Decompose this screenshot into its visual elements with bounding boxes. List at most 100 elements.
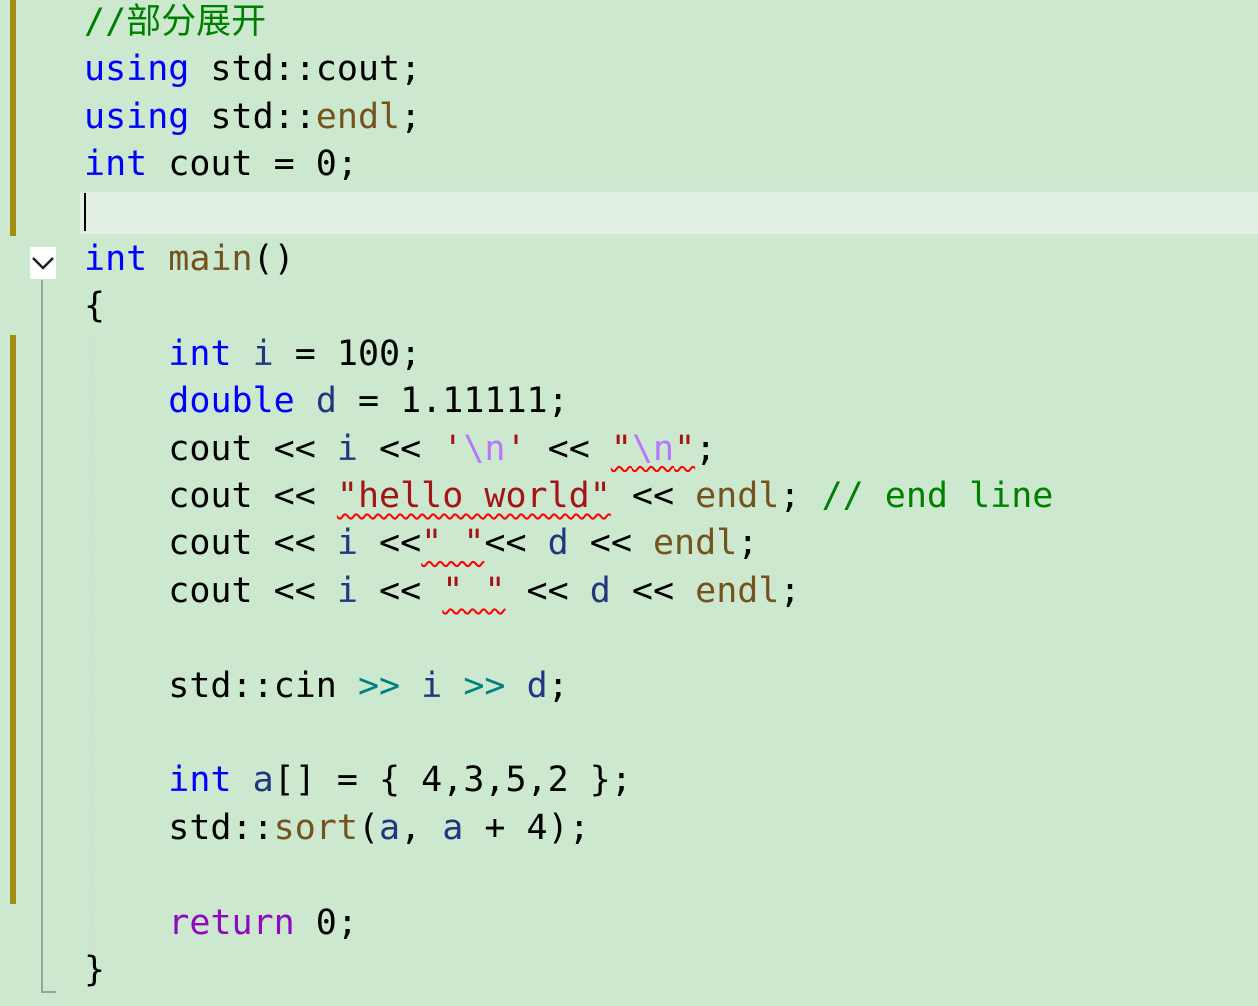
code-token: 0;	[294, 902, 358, 943]
code-token: cout <<	[84, 523, 337, 564]
code-line[interactable]: return 0;	[84, 900, 358, 947]
code-token: ;	[737, 523, 759, 564]
code-token: i	[336, 523, 358, 564]
code-token: " "	[442, 570, 506, 611]
code-token: " "	[421, 523, 485, 564]
code-token: ;	[779, 476, 822, 516]
code-token: i	[336, 570, 358, 611]
code-token: int	[84, 144, 148, 185]
code-token: ;	[695, 428, 717, 469]
code-token: endl	[315, 96, 401, 137]
code-editor[interactable]: //部分展开 using std::cout; using std::endl; in…	[0, 0, 1258, 1006]
code-token: <<	[357, 570, 443, 611]
code-token: + 4);	[463, 807, 590, 848]
code-token: endl	[652, 523, 738, 564]
code-token: >>	[463, 665, 506, 706]
code-token: int	[168, 760, 232, 801]
code-token: main	[168, 239, 253, 279]
code-token: "	[610, 428, 632, 469]
code-token: a	[252, 760, 274, 801]
code-token: double	[168, 381, 295, 422]
code-token: cout = 0;	[147, 144, 358, 185]
code-token: d	[526, 665, 548, 706]
code-token: <<	[610, 570, 696, 611]
code-line[interactable]: using std::endl;	[84, 94, 421, 141]
code-line[interactable]: int main()	[84, 236, 295, 283]
code-token: endl	[695, 476, 780, 516]
text-caret	[84, 193, 86, 231]
code-token: = 100;	[273, 333, 422, 374]
code-token: i	[421, 665, 443, 706]
fold-region-end	[41, 991, 56, 993]
code-line[interactable]: int i = 100;	[84, 331, 421, 378]
code-token: sort	[273, 807, 358, 848]
code-token: using	[84, 49, 190, 90]
code-token: using	[84, 96, 190, 137]
code-token: std::	[84, 807, 274, 848]
code-line[interactable]: std::sort(a, a + 4);	[84, 805, 590, 852]
code-line[interactable]: }	[84, 947, 105, 994]
code-line[interactable]: cout << i << " " << d << endl;	[84, 568, 801, 615]
code-token: cout <<	[84, 428, 337, 469]
code-token: "hello world"	[336, 476, 611, 516]
code-token: d	[315, 381, 337, 422]
code-token: return	[168, 902, 295, 943]
code-line[interactable]: cout << i <<" "<< d << endl;	[84, 520, 758, 567]
code-token: a	[379, 807, 401, 848]
code-token: <<	[568, 523, 653, 564]
change-marker	[10, 0, 16, 236]
code-line[interactable]: cout << i << '\n' << "\n";	[84, 426, 716, 473]
code-token: {	[84, 286, 106, 327]
code-token: d	[547, 523, 569, 564]
code-token: d	[589, 570, 611, 611]
code-token: <<	[484, 523, 548, 564]
code-line[interactable]: int a[] = { 4,3,5,2 };	[84, 757, 632, 804]
chevron-down-icon	[32, 257, 54, 270]
code-line[interactable]: //部分展开	[84, 0, 266, 46]
code-line[interactable]: int cout = 0;	[84, 141, 358, 188]
current-line-highlight	[80, 190, 1258, 236]
code-token: ()	[252, 239, 295, 279]
code-line[interactable]: {	[84, 283, 105, 330]
code-token: ,	[400, 807, 443, 848]
code-token: }	[84, 950, 106, 990]
code-token: ;	[400, 96, 422, 137]
code-line[interactable]: cout << "hello world" << endl; // end li…	[84, 473, 1053, 520]
code-token: ;	[779, 570, 801, 611]
code-token: <<	[610, 476, 696, 516]
code-token: endl	[695, 570, 780, 611]
code-token: a	[442, 807, 464, 848]
code-token: i	[252, 333, 274, 374]
code-token: //部分展开	[84, 2, 267, 42]
code-token: cout <<	[84, 476, 337, 516]
code-token: '	[442, 428, 464, 469]
code-line[interactable]: std::cin >> i >> d;	[84, 663, 569, 710]
code-token: (	[357, 807, 380, 848]
code-token: std::cin	[84, 665, 358, 706]
code-token: int	[84, 239, 148, 279]
code-token: "	[674, 428, 696, 469]
code-token: \n	[463, 428, 506, 469]
fold-toggle[interactable]	[30, 247, 56, 279]
code-token: = 1.11111;	[336, 381, 569, 422]
code-line[interactable]: double d = 1.11111;	[84, 378, 569, 425]
code-token: std::	[189, 96, 316, 137]
code-line[interactable]: using std::cout;	[84, 46, 421, 93]
fold-region-line	[41, 280, 43, 993]
code-token: ;	[547, 665, 569, 706]
code-token: // end line	[821, 476, 1054, 516]
code-token: <<	[505, 570, 590, 611]
code-token: \n	[631, 428, 675, 469]
code-token: >>	[357, 665, 401, 706]
code-token: cout <<	[84, 570, 337, 611]
code-token: '	[505, 428, 527, 469]
code-token: std::cout;	[189, 49, 422, 90]
